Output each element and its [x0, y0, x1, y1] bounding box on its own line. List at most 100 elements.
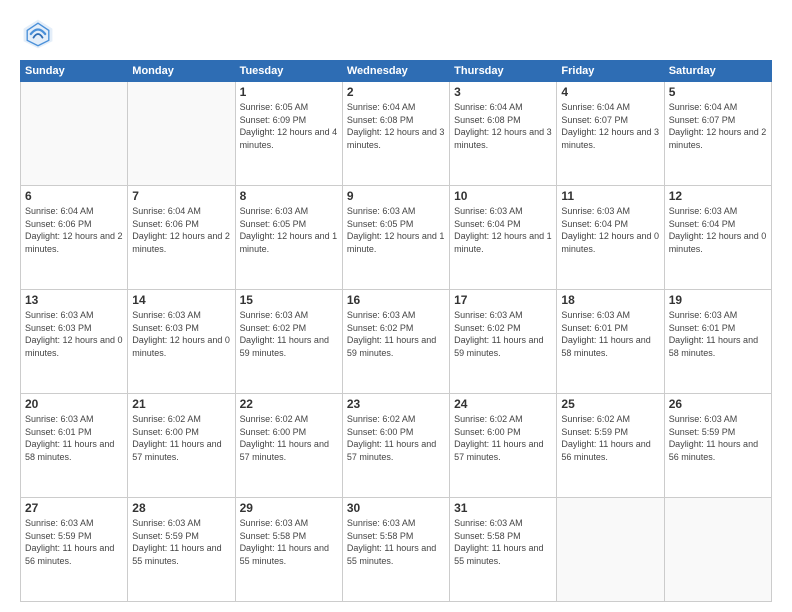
day-number: 31	[454, 501, 552, 515]
day-cell: 22 Sunrise: 6:02 AMSunset: 6:00 PMDayligh…	[235, 394, 342, 498]
day-info: Sunrise: 6:03 AMSunset: 5:59 PMDaylight:…	[25, 517, 123, 567]
day-info: Sunrise: 6:03 AMSunset: 6:05 PMDaylight:…	[240, 205, 338, 255]
day-info: Sunrise: 6:03 AMSunset: 6:01 PMDaylight:…	[25, 413, 123, 463]
weekday-sunday: Sunday	[21, 61, 128, 82]
day-number: 28	[132, 501, 230, 515]
day-info: Sunrise: 6:03 AMSunset: 5:59 PMDaylight:…	[132, 517, 230, 567]
weekday-saturday: Saturday	[664, 61, 771, 82]
day-number: 16	[347, 293, 445, 307]
day-cell: 8 Sunrise: 6:03 AMSunset: 6:05 PMDaylight…	[235, 186, 342, 290]
day-cell: 10 Sunrise: 6:03 AMSunset: 6:04 PMDayligh…	[450, 186, 557, 290]
weekday-wednesday: Wednesday	[342, 61, 449, 82]
day-info: Sunrise: 6:04 AMSunset: 6:08 PMDaylight:…	[454, 101, 552, 151]
day-info: Sunrise: 6:03 AMSunset: 6:01 PMDaylight:…	[669, 309, 767, 359]
day-cell: 25 Sunrise: 6:02 AMSunset: 5:59 PMDayligh…	[557, 394, 664, 498]
day-cell: 18 Sunrise: 6:03 AMSunset: 6:01 PMDayligh…	[557, 290, 664, 394]
day-info: Sunrise: 6:03 AMSunset: 6:05 PMDaylight:…	[347, 205, 445, 255]
day-cell	[128, 82, 235, 186]
day-number: 19	[669, 293, 767, 307]
weekday-friday: Friday	[557, 61, 664, 82]
day-cell: 24 Sunrise: 6:02 AMSunset: 6:00 PMDayligh…	[450, 394, 557, 498]
day-cell: 17Sunrise: 6:03 AMSunset: 6:02 PMDayligh…	[450, 290, 557, 394]
weekday-tuesday: Tuesday	[235, 61, 342, 82]
day-cell: 12 Sunrise: 6:03 AMSunset: 6:04 PMDayligh…	[664, 186, 771, 290]
day-number: 24	[454, 397, 552, 411]
day-cell: 6Sunrise: 6:04 AMSunset: 6:06 PMDaylight…	[21, 186, 128, 290]
day-number: 23	[347, 397, 445, 411]
day-number: 2	[347, 85, 445, 99]
day-number: 1	[240, 85, 338, 99]
day-number: 27	[25, 501, 123, 515]
day-info: Sunrise: 6:02 AMSunset: 6:00 PMDaylight:…	[347, 413, 445, 463]
day-info: Sunrise: 6:04 AMSunset: 6:06 PMDaylight:…	[132, 205, 230, 255]
day-cell: 4Sunrise: 6:04 AMSunset: 6:07 PMDaylight…	[557, 82, 664, 186]
calendar-body: 1 Sunrise: 6:05 AMSunset: 6:09 PMDaylight…	[21, 82, 772, 602]
day-info: Sunrise: 6:02 AMSunset: 6:00 PMDaylight:…	[454, 413, 552, 463]
day-cell: 26Sunrise: 6:03 AMSunset: 5:59 PMDayligh…	[664, 394, 771, 498]
day-cell: 11 Sunrise: 6:03 AMSunset: 6:04 PMDayligh…	[557, 186, 664, 290]
day-info: Sunrise: 6:03 AMSunset: 6:03 PMDaylight:…	[25, 309, 123, 359]
day-number: 14	[132, 293, 230, 307]
day-info: Sunrise: 6:03 AMSunset: 5:58 PMDaylight:…	[240, 517, 338, 567]
logo-icon	[20, 16, 56, 52]
day-info: Sunrise: 6:03 AMSunset: 5:58 PMDaylight:…	[347, 517, 445, 567]
weekday-row: SundayMondayTuesdayWednesdayThursdayFrid…	[21, 61, 772, 82]
week-row-3: 13 Sunrise: 6:03 AMSunset: 6:03 PMDayligh…	[21, 290, 772, 394]
day-cell	[664, 498, 771, 602]
day-number: 11	[561, 189, 659, 203]
day-info: Sunrise: 6:03 AMSunset: 5:58 PMDaylight:…	[454, 517, 552, 567]
day-number: 7	[132, 189, 230, 203]
day-info: Sunrise: 6:02 AMSunset: 5:59 PMDaylight:…	[561, 413, 659, 463]
weekday-monday: Monday	[128, 61, 235, 82]
day-number: 17	[454, 293, 552, 307]
day-info: Sunrise: 6:03 AMSunset: 6:02 PMDaylight:…	[240, 309, 338, 359]
day-cell: 14Sunrise: 6:03 AMSunset: 6:03 PMDayligh…	[128, 290, 235, 394]
day-info: Sunrise: 6:03 AMSunset: 6:04 PMDaylight:…	[561, 205, 659, 255]
week-row-1: 1 Sunrise: 6:05 AMSunset: 6:09 PMDaylight…	[21, 82, 772, 186]
day-cell: 27 Sunrise: 6:03 AMSunset: 5:59 PMDayligh…	[21, 498, 128, 602]
day-cell: 23 Sunrise: 6:02 AMSunset: 6:00 PMDayligh…	[342, 394, 449, 498]
day-info: Sunrise: 6:03 AMSunset: 6:01 PMDaylight:…	[561, 309, 659, 359]
day-info: Sunrise: 6:02 AMSunset: 6:00 PMDaylight:…	[132, 413, 230, 463]
day-number: 22	[240, 397, 338, 411]
day-cell: 15 Sunrise: 6:03 AMSunset: 6:02 PMDayligh…	[235, 290, 342, 394]
calendar: SundayMondayTuesdayWednesdayThursdayFrid…	[20, 60, 772, 602]
day-number: 10	[454, 189, 552, 203]
day-cell: 16 Sunrise: 6:03 AMSunset: 6:02 PMDayligh…	[342, 290, 449, 394]
day-cell: 21 Sunrise: 6:02 AMSunset: 6:00 PMDayligh…	[128, 394, 235, 498]
day-cell: 13 Sunrise: 6:03 AMSunset: 6:03 PMDayligh…	[21, 290, 128, 394]
day-cell: 29Sunrise: 6:03 AMSunset: 5:58 PMDayligh…	[235, 498, 342, 602]
day-cell: 2Sunrise: 6:04 AMSunset: 6:08 PMDaylight…	[342, 82, 449, 186]
page: SundayMondayTuesdayWednesdayThursdayFrid…	[0, 0, 792, 612]
day-number: 6	[25, 189, 123, 203]
day-number: 20	[25, 397, 123, 411]
day-cell: 28 Sunrise: 6:03 AMSunset: 5:59 PMDayligh…	[128, 498, 235, 602]
day-cell	[557, 498, 664, 602]
day-number: 3	[454, 85, 552, 99]
day-number: 15	[240, 293, 338, 307]
day-info: Sunrise: 6:05 AMSunset: 6:09 PMDaylight:…	[240, 101, 338, 151]
day-cell: 3 Sunrise: 6:04 AMSunset: 6:08 PMDaylight…	[450, 82, 557, 186]
week-row-2: 6 Sunrise: 6:04 AMSunset: 6:06 PMDaylight…	[21, 186, 772, 290]
day-number: 21	[132, 397, 230, 411]
day-number: 30	[347, 501, 445, 515]
day-info: Sunrise: 6:02 AMSunset: 6:00 PMDaylight:…	[240, 413, 338, 463]
day-info: Sunrise: 6:03 AMSunset: 6:02 PMDaylight:…	[347, 309, 445, 359]
day-cell: 20 Sunrise: 6:03 AMSunset: 6:01 PMDayligh…	[21, 394, 128, 498]
day-info: Sunrise: 6:04 AMSunset: 6:07 PMDaylight:…	[669, 101, 767, 151]
day-info: Sunrise: 6:03 AMSunset: 6:04 PMDaylight:…	[669, 205, 767, 255]
day-info: Sunrise: 6:04 AMSunset: 6:07 PMDaylight:…	[561, 101, 659, 151]
day-number: 13	[25, 293, 123, 307]
day-number: 8	[240, 189, 338, 203]
day-number: 12	[669, 189, 767, 203]
day-cell: 19 Sunrise: 6:03 AMSunset: 6:01 PMDayligh…	[664, 290, 771, 394]
calendar-header: SundayMondayTuesdayWednesdayThursdayFrid…	[21, 61, 772, 82]
day-number: 26	[669, 397, 767, 411]
day-number: 5	[669, 85, 767, 99]
day-info: Sunrise: 6:03 AMSunset: 6:04 PMDaylight:…	[454, 205, 552, 255]
day-number: 18	[561, 293, 659, 307]
day-number: 25	[561, 397, 659, 411]
day-number: 9	[347, 189, 445, 203]
day-cell: 30 Sunrise: 6:03 AMSunset: 5:58 PMDayligh…	[342, 498, 449, 602]
day-cell: 9 Sunrise: 6:03 AMSunset: 6:05 PMDaylight…	[342, 186, 449, 290]
